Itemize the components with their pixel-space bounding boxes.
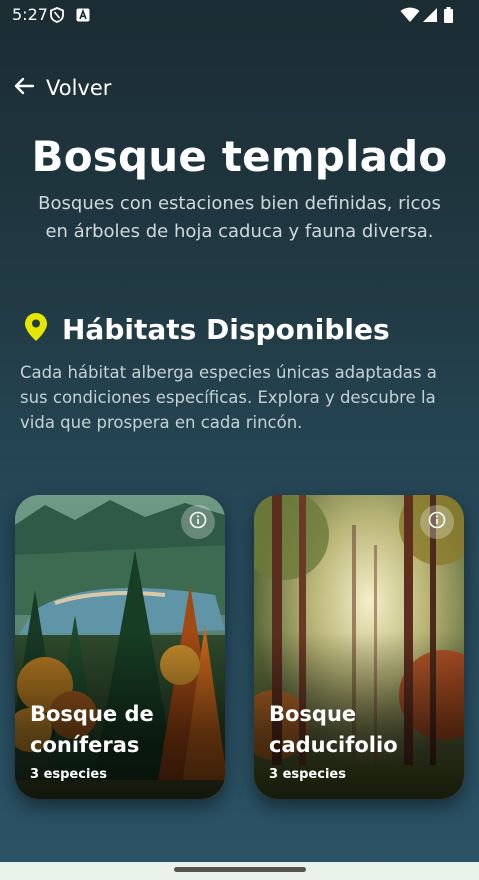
system-navigation-bar (0, 862, 479, 880)
habitat-card-deciduous[interactable]: Bosque caducifolio 3 especies (254, 495, 464, 799)
info-button[interactable] (181, 505, 215, 539)
home-gesture-handle[interactable] (174, 867, 306, 872)
wifi-icon (400, 7, 420, 27)
section-description: Cada hábitat alberga especies únicas ada… (20, 363, 437, 432)
card-title: Bosque de coníferas (30, 702, 154, 757)
arrow-left-icon (12, 74, 36, 102)
habitats-section-header: Hábitats Disponibles (24, 312, 390, 346)
battery-icon (444, 7, 453, 27)
location-pin-icon (24, 312, 48, 346)
section-title: Hábitats Disponibles (62, 312, 390, 346)
status-time: 5:27 (12, 5, 48, 24)
shield-icon (50, 7, 64, 27)
page-title: Bosque templado (31, 132, 448, 181)
card-species-count: 3 especies (30, 767, 107, 782)
page-subtitle: Bosques con estaciones bien definidas, r… (38, 193, 441, 242)
card-title: Bosque caducifolio (269, 702, 398, 757)
info-icon (428, 511, 446, 533)
habitat-card-coniferous[interactable]: Bosque de coníferas 3 especies (15, 495, 225, 799)
font-icon (76, 7, 90, 26)
status-bar: 5:27 (0, 0, 479, 30)
back-label: Volver (46, 76, 112, 100)
signal-icon (422, 7, 437, 27)
info-button[interactable] (420, 505, 454, 539)
card-species-count: 3 especies (269, 767, 346, 782)
info-icon (189, 511, 207, 533)
back-button[interactable]: Volver (12, 74, 111, 102)
